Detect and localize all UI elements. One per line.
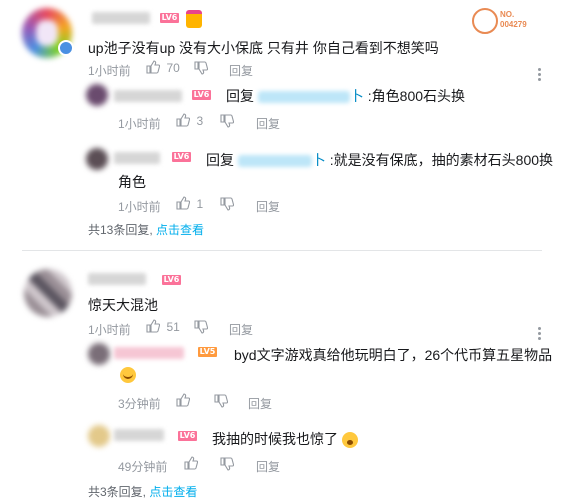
mention-suffix[interactable]: 卜 [312, 152, 326, 168]
mention-link[interactable] [237, 155, 312, 168]
fan-badge-icon [186, 10, 202, 28]
reply-time: 1小时前 [118, 200, 161, 214]
like-button[interactable]: 70 [146, 60, 180, 79]
like-count: 1 [196, 197, 204, 211]
level-badge: LV6 [162, 275, 181, 285]
reply-avatar[interactable] [88, 343, 110, 365]
like-count: 3 [196, 114, 204, 128]
watermark-number: NO. 004279 [500, 10, 527, 30]
reply-text: 我抽的时候我也惊了 [212, 429, 358, 449]
watermark-mascot-icon [472, 8, 498, 34]
reply-time: 3分钟前 [118, 397, 161, 411]
comment-text: 惊天大混池 [88, 297, 158, 313]
username[interactable] [92, 12, 150, 24]
thumbs-down-icon [220, 457, 235, 471]
reply-content: :角色800石头换 [367, 88, 466, 104]
reply-button[interactable]: 回复 [256, 198, 280, 215]
thumbs-down-icon [194, 61, 209, 75]
reply-avatar[interactable] [88, 425, 110, 447]
thumbs-down-icon [194, 320, 209, 334]
thumbs-down-icon [220, 114, 235, 128]
reply-to-label: 回复 [226, 88, 254, 104]
thumbs-down-icon [214, 394, 229, 408]
comment-1: LV6 NO. 004279 up池子没有up 没有大小保底 只有井 你自己看到… [0, 0, 561, 250]
reply-username[interactable] [114, 347, 184, 359]
reply-button[interactable]: 回复 [256, 458, 280, 475]
more-options-icon[interactable] [538, 68, 542, 83]
thumbs-up-icon [176, 393, 191, 407]
like-button[interactable] [176, 393, 191, 412]
reply-content: 我抽的时候我也惊了 [212, 431, 338, 447]
view-more-replies: 共13条回复, 点击查看 [88, 221, 204, 238]
comment-time: 1小时前 [88, 323, 131, 337]
comment-time: 1小时前 [88, 64, 131, 78]
reply-text: 回复 卜 :角色800石头换 [226, 86, 465, 106]
dislike-button[interactable] [220, 197, 235, 216]
like-count: 70 [166, 61, 180, 75]
thumbs-up-icon [146, 60, 161, 74]
dislike-button[interactable] [220, 114, 235, 133]
dislike-button[interactable] [194, 320, 209, 339]
reply-text: 回复 卜 :就是没有保底，抽的素材石头800换 [206, 150, 553, 170]
dislike-button[interactable] [220, 457, 235, 476]
like-count: 51 [166, 320, 180, 334]
level-badge: LV6 [172, 152, 191, 162]
thumbs-up-icon [184, 456, 199, 470]
view-more-replies: 共3条回复, 点击查看 [88, 483, 197, 500]
reply-button[interactable]: 回复 [248, 395, 272, 412]
mention-suffix[interactable]: 卜 [350, 88, 364, 104]
watermark-line1: NO. [500, 10, 515, 19]
thumbs-up-icon [176, 113, 191, 127]
like-button[interactable]: 3 [176, 113, 204, 132]
reply-text: byd文字游戏真给他玩明白了，26个代币算五星物品 [234, 347, 553, 363]
laughing-emoji-icon [120, 366, 136, 384]
view-replies-link[interactable]: 点击查看 [149, 485, 197, 499]
view-replies-link[interactable]: 点击查看 [156, 223, 204, 237]
reply-username[interactable] [114, 429, 164, 441]
level-badge: LV6 [160, 13, 179, 23]
reply-button[interactable]: 回复 [256, 115, 280, 132]
reply-count-label: 共3条回复, [88, 485, 150, 499]
reply-avatar[interactable] [86, 84, 108, 106]
like-button[interactable]: 51 [146, 319, 180, 338]
like-button[interactable]: 1 [176, 196, 204, 215]
thumbs-down-icon [220, 197, 235, 211]
watermark-line2: 004279 [500, 20, 527, 29]
more-options-icon[interactable] [538, 327, 542, 342]
shocked-emoji-icon [341, 432, 358, 449]
reply-text-line2: 角色 [118, 174, 146, 190]
thumbs-up-icon [146, 319, 161, 333]
level-badge: LV6 [178, 431, 197, 441]
mention-link[interactable] [257, 91, 350, 104]
dislike-button[interactable] [194, 61, 209, 80]
like-button[interactable] [184, 456, 199, 475]
reply-time: 49分钟前 [118, 460, 168, 474]
reply-button[interactable]: 回复 [229, 321, 253, 338]
reply-username[interactable] [114, 90, 182, 102]
reply-time: 1小时前 [118, 117, 161, 131]
username[interactable] [88, 273, 146, 285]
avatar[interactable] [24, 269, 72, 317]
comment-2: LV6 惊天大混池 1小时前 51 回复 LV5 byd文字游戏真给他玩明白了，… [0, 251, 561, 500]
dislike-button[interactable] [214, 394, 229, 413]
level-badge: LV5 [198, 347, 217, 357]
reply-button[interactable]: 回复 [229, 62, 253, 79]
reply-avatar[interactable] [86, 148, 108, 170]
reply-count-label: 共13条回复, [88, 223, 157, 237]
reply-username[interactable] [114, 152, 160, 164]
comment-text: up池子没有up 没有大小保底 只有井 你自己看到不想笑吗 [88, 40, 439, 56]
reply-to-label: 回复 [206, 152, 234, 168]
thumbs-up-icon [176, 196, 191, 210]
reply-content: :就是没有保底，抽的素材石头800换 [329, 152, 554, 168]
avatar-badge-icon [58, 40, 74, 56]
level-badge: LV6 [192, 90, 211, 100]
